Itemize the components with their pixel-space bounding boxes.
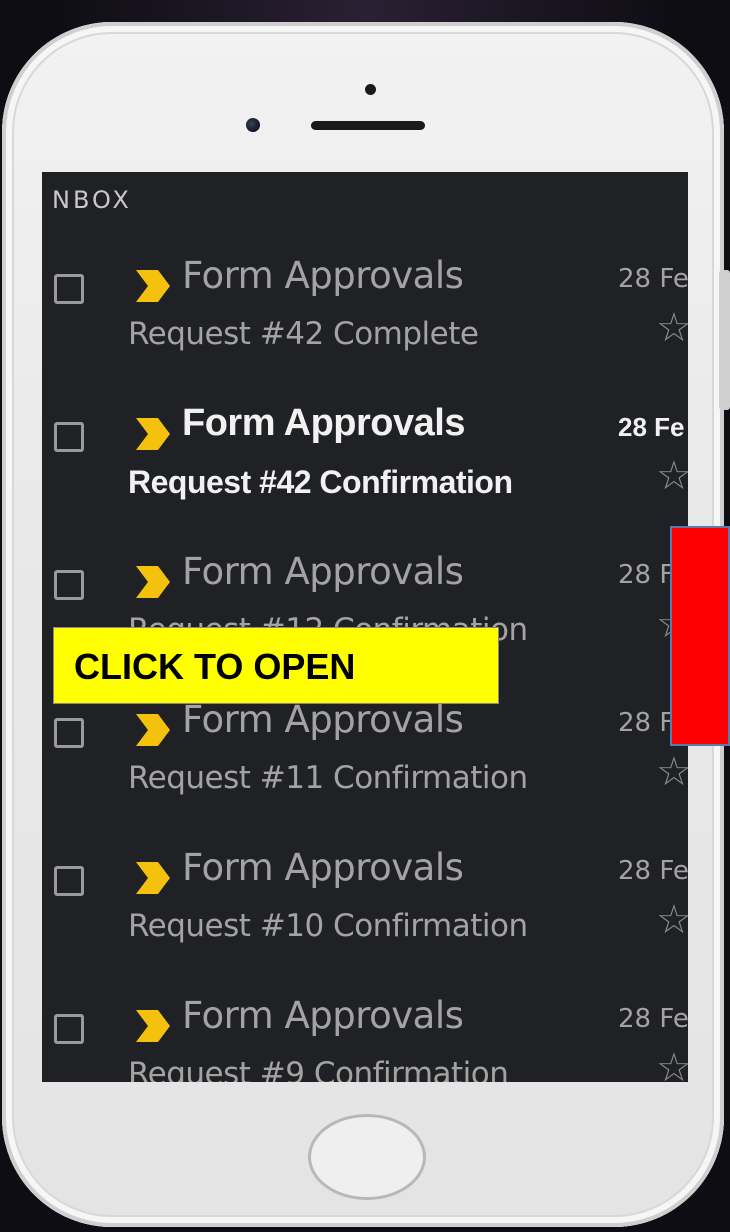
checkbox-icon[interactable] (54, 274, 84, 304)
click-to-open-button[interactable]: CLICK TO OPEN (53, 627, 499, 704)
email-row[interactable]: Form Approvals Request #11 Confirmation … (42, 688, 688, 836)
email-sender: Form Approvals (182, 698, 464, 741)
email-row[interactable]: Form Approvals Request #42 Complete 28 F… (42, 244, 688, 392)
email-sender: Form Approvals (182, 402, 465, 444)
email-date: 28 Fe (618, 412, 685, 442)
volume-button (719, 270, 730, 410)
email-subject: Request #11 Confirmation (128, 760, 528, 796)
star-icon[interactable]: ☆ (656, 752, 688, 792)
email-sender: Form Approvals (182, 994, 464, 1037)
checkbox-icon[interactable] (54, 570, 84, 600)
importance-marker-icon (136, 1010, 170, 1042)
email-row[interactable]: Form Approvals Request #10 Confirmation … (42, 836, 688, 984)
click-to-open-label: CLICK TO OPEN (74, 646, 356, 687)
email-date: 28 Fe (618, 264, 688, 294)
checkbox-icon[interactable] (54, 866, 84, 896)
email-sender: Form Approvals (182, 550, 464, 593)
email-row[interactable]: Form Approvals Request #42 Confirmation … (42, 392, 688, 540)
home-button[interactable] (308, 1114, 426, 1200)
email-date: 28 F (618, 560, 675, 590)
email-sender: Form Approvals (182, 846, 464, 889)
email-subject: Request #10 Confirmation (128, 908, 528, 944)
email-subject: Request #42 Confirmation (128, 464, 513, 500)
checkbox-icon[interactable] (54, 422, 84, 452)
email-date: 28 Fe (618, 1004, 688, 1034)
importance-marker-icon (136, 418, 170, 450)
star-icon[interactable]: ☆ (656, 900, 688, 940)
earpiece-speaker (311, 121, 425, 130)
inbox-heading: NBOX (52, 186, 132, 214)
importance-marker-icon (136, 862, 170, 894)
star-icon[interactable]: ☆ (656, 456, 688, 496)
email-row[interactable]: Form Approvals Request #9 Confirmation 2… (42, 984, 688, 1082)
email-subject: Request #42 Complete (128, 316, 479, 352)
importance-marker-icon (136, 714, 170, 746)
red-overlay-box (670, 526, 730, 746)
checkbox-icon[interactable] (54, 1014, 84, 1044)
proximity-sensor (365, 84, 376, 95)
checkbox-icon[interactable] (54, 718, 84, 748)
email-sender: Form Approvals (182, 254, 464, 297)
front-camera (246, 118, 260, 132)
importance-marker-icon (136, 270, 170, 302)
star-icon[interactable]: ☆ (656, 308, 688, 348)
star-icon[interactable]: ☆ (656, 1048, 688, 1082)
importance-marker-icon (136, 566, 170, 598)
email-date: 28 Fe (618, 856, 688, 886)
email-subject: Request #9 Confirmation (128, 1056, 509, 1082)
email-date: 28 F (618, 708, 675, 738)
